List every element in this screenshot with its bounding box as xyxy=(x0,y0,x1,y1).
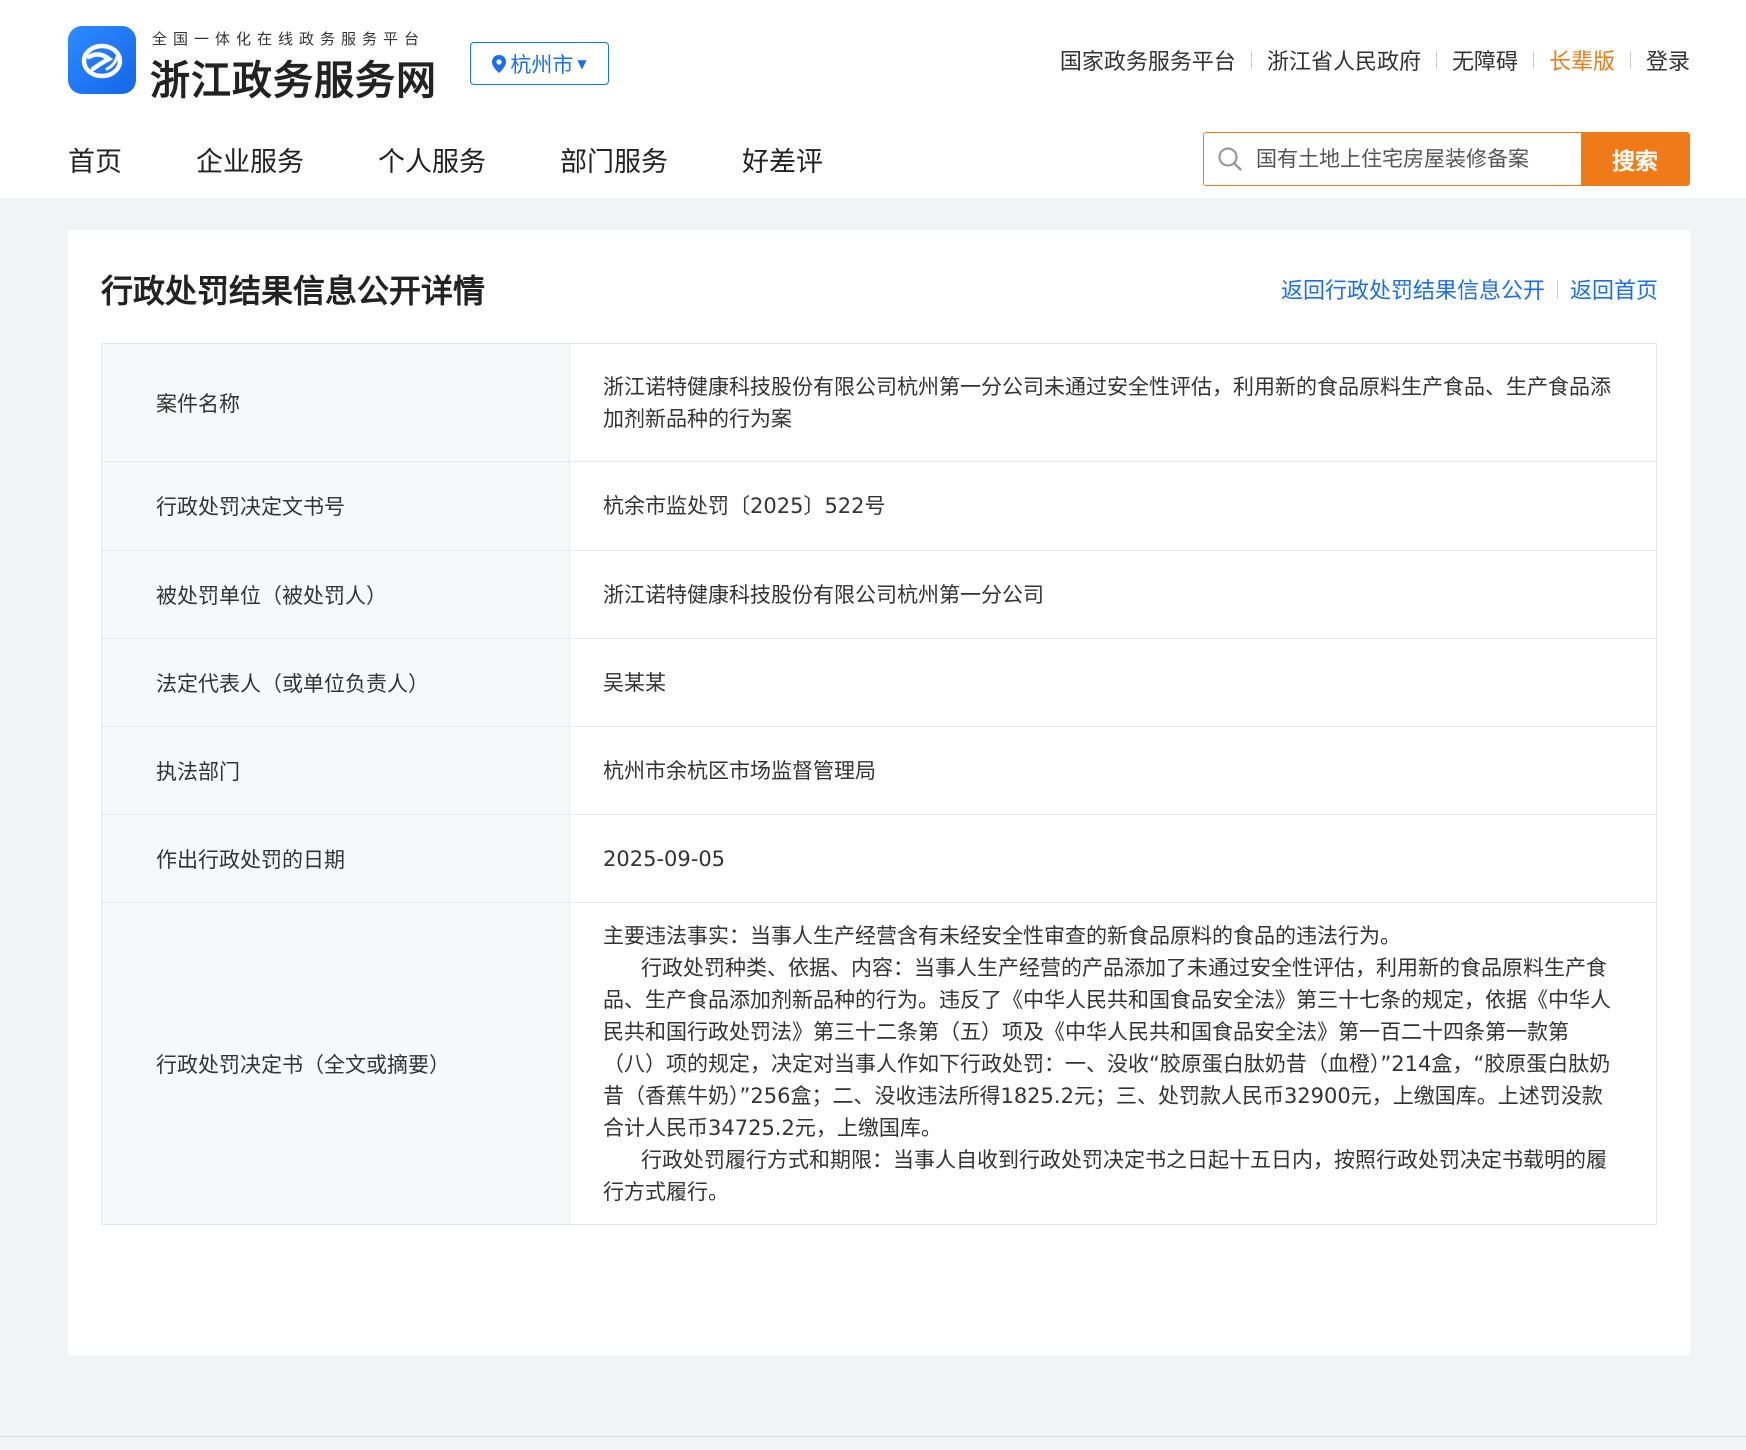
field-label: 案件名称 xyxy=(101,343,570,462)
nav-item-enterprise-services[interactable]: 企业服务 xyxy=(196,140,304,179)
field-value: 杭余市监处罚〔2025〕522号 xyxy=(569,461,1657,551)
link-zhejiang-government[interactable]: 浙江省人民政府 xyxy=(1267,44,1421,76)
field-value: 杭州市余杭区市场监督管理局 xyxy=(569,726,1657,815)
field-value: 浙江诺特健康科技股份有限公司杭州第一分公司未通过安全性评估，利用新的食品原料生产… xyxy=(569,343,1657,462)
site-logo-icon[interactable] xyxy=(68,26,136,94)
divider xyxy=(1250,51,1252,69)
city-selector[interactable]: 杭州市 ▼ xyxy=(470,42,609,85)
back-to-home-link[interactable]: 返回首页 xyxy=(1570,273,1658,305)
field-label: 作出行政处罚的日期 xyxy=(101,814,570,903)
decision-paragraph: 行政处罚履行方式和期限：当事人自收到行政处罚决定书之日起十五日内，按照行政处罚决… xyxy=(603,1147,1607,1204)
nav-item-home[interactable]: 首页 xyxy=(68,140,122,179)
footer-divider xyxy=(0,1436,1746,1437)
search-icon xyxy=(1204,133,1256,185)
field-label: 行政处罚决定书（全文或摘要） xyxy=(101,902,570,1225)
table-row: 行政处罚决定书（全文或摘要） 主要违法事实：当事人生产经营含有未经安全性审查的新… xyxy=(101,902,1657,1225)
nav-item-personal-services[interactable]: 个人服务 xyxy=(378,140,486,179)
nav-item-ratings[interactable]: 好差评 xyxy=(742,140,823,179)
divider xyxy=(1532,51,1534,69)
link-login[interactable]: 登录 xyxy=(1646,44,1690,76)
table-row: 法定代表人（或单位负责人） 吴某某 xyxy=(101,638,1657,727)
search-bar: 搜索 xyxy=(1203,132,1690,186)
divider xyxy=(1629,51,1631,69)
decision-paragraph: 行政处罚种类、依据、内容：当事人生产经营的产品添加了未通过安全性评估，利用新的食… xyxy=(603,955,1611,1140)
decision-text: 主要违法事实：当事人生产经营含有未经安全性审查的新食品原料的食品的违法行为。 行… xyxy=(569,902,1657,1225)
link-national-platform[interactable]: 国家政务服务平台 xyxy=(1060,44,1236,76)
table-row: 作出行政处罚的日期 2025-09-05 xyxy=(101,814,1657,903)
table-row: 行政处罚决定文书号 杭余市监处罚〔2025〕522号 xyxy=(101,461,1657,551)
link-elder-version[interactable]: 长辈版 xyxy=(1549,44,1615,76)
divider xyxy=(1435,51,1437,69)
site-header: 全国一体化在线政务服务平台 浙江政务服务网 杭州市 ▼ 国家政务服务平台 浙江省… xyxy=(0,0,1746,198)
field-value: 2025-09-05 xyxy=(569,814,1657,903)
search-input[interactable] xyxy=(1256,133,1581,185)
search-button[interactable]: 搜索 xyxy=(1581,133,1689,185)
penalty-info-table: 案件名称 浙江诺特健康科技股份有限公司杭州第一分公司未通过安全性评估，利用新的食… xyxy=(101,343,1657,1225)
caret-down-icon: ▼ xyxy=(577,56,587,71)
table-row: 案件名称 浙江诺特健康科技股份有限公司杭州第一分公司未通过安全性评估，利用新的食… xyxy=(101,343,1657,462)
field-label: 被处罚单位（被处罚人） xyxy=(101,550,570,639)
main-nav: 首页 企业服务 个人服务 部门服务 好差评 xyxy=(68,140,897,179)
back-to-list-link[interactable]: 返回行政处罚结果信息公开 xyxy=(1281,273,1545,305)
location-pin-icon xyxy=(492,54,507,73)
field-value: 吴某某 xyxy=(569,638,1657,727)
link-accessibility[interactable]: 无障碍 xyxy=(1452,44,1518,76)
decision-paragraph: 主要违法事实：当事人生产经营含有未经安全性审查的新食品原料的食品的违法行为。 xyxy=(603,923,1401,948)
top-links: 国家政务服务平台 浙江省人民政府 无障碍 长辈版 登录 xyxy=(1060,44,1690,76)
city-name: 杭州市 xyxy=(510,52,574,77)
field-value: 浙江诺特健康科技股份有限公司杭州第一分公司 xyxy=(569,550,1657,639)
table-row: 被处罚单位（被处罚人） 浙江诺特健康科技股份有限公司杭州第一分公司 xyxy=(101,550,1657,639)
field-label: 执法部门 xyxy=(101,726,570,815)
field-label: 行政处罚决定文书号 xyxy=(101,461,570,551)
platform-subtitle: 全国一体化在线政务服务平台 xyxy=(152,30,426,48)
table-row: 执法部门 杭州市余杭区市场监督管理局 xyxy=(101,726,1657,815)
nav-item-department-services[interactable]: 部门服务 xyxy=(560,140,668,179)
field-label: 法定代表人（或单位负责人） xyxy=(101,638,570,727)
divider xyxy=(1556,280,1558,298)
back-links: 返回行政处罚结果信息公开 返回首页 xyxy=(1281,273,1658,305)
site-title[interactable]: 浙江政务服务网 xyxy=(150,48,437,106)
page-title: 行政处罚结果信息公开详情 xyxy=(101,272,486,310)
detail-card: 行政处罚结果信息公开详情 返回行政处罚结果信息公开 返回首页 案件名称 浙江诺特… xyxy=(68,230,1690,1355)
